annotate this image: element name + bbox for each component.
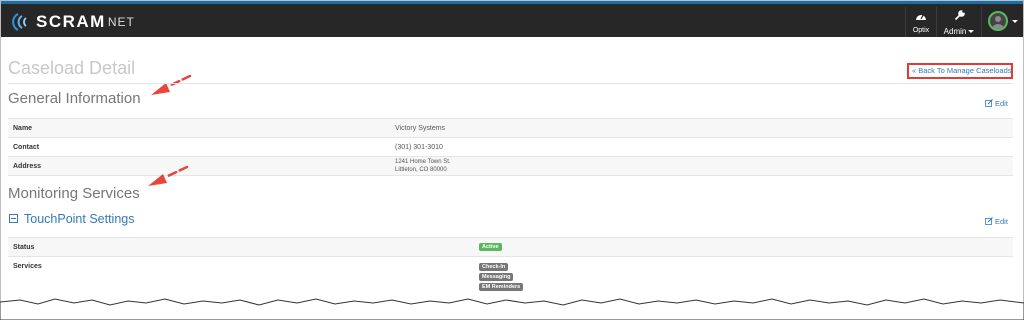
avatar bbox=[988, 11, 1008, 31]
table-row: Status bbox=[8, 237, 1013, 256]
address-key: Address bbox=[13, 163, 42, 170]
brand-logo[interactable]: SCRAM NET bbox=[10, 11, 135, 33]
divider bbox=[8, 83, 1013, 84]
brand-suffix: NET bbox=[107, 15, 135, 29]
nav-admin-dropdown[interactable]: Admin bbox=[936, 7, 981, 37]
status-key: Status bbox=[13, 244, 35, 251]
dashboard-gauge-icon bbox=[916, 14, 926, 20]
address-line-2: Littleton, CO 80000 bbox=[395, 167, 447, 173]
general-edit-link[interactable]: Edit bbox=[985, 99, 1008, 108]
table-row: Name Victory Systems bbox=[8, 118, 1013, 137]
name-key: Name bbox=[13, 125, 33, 132]
browser-frame: SCRAM NET Optix Admin Caseload Detail « … bbox=[0, 0, 1024, 320]
annotation-arrow-1 bbox=[151, 74, 192, 95]
contact-value: (301) 301-3010 bbox=[395, 144, 443, 151]
user-silhouette-icon bbox=[992, 16, 1004, 29]
touchpoint-edit-link[interactable]: Edit bbox=[985, 217, 1008, 226]
chevron-down-icon bbox=[968, 30, 975, 34]
address-line-1: 1241 Home Town St. bbox=[395, 159, 451, 165]
general-information-heading: General Information bbox=[8, 90, 141, 107]
service-badge: Check-In bbox=[479, 263, 509, 271]
page-title: Caseload Detail bbox=[8, 58, 136, 78]
nav-admin-label: Admin bbox=[943, 27, 967, 36]
edit-label: Edit bbox=[995, 99, 1008, 108]
service-badge: Messaging bbox=[479, 273, 514, 281]
back-to-manage-caseloads-link[interactable]: « Back To Manage Caseloads bbox=[907, 63, 1013, 79]
chevron-down-icon bbox=[1012, 20, 1018, 23]
scramnet-logo-icon bbox=[12, 13, 27, 31]
name-value: Victory Systems bbox=[395, 125, 446, 132]
collapse-toggle-icon[interactable] bbox=[9, 214, 18, 223]
nav-optix[interactable]: Optix bbox=[905, 7, 936, 37]
table-row: Contact (301) 301-3010 bbox=[8, 137, 1013, 156]
contact-key: Contact bbox=[13, 144, 40, 151]
services-key: Services bbox=[13, 263, 42, 270]
user-menu-dropdown[interactable] bbox=[981, 7, 1023, 37]
torn-edge bbox=[0, 298, 1024, 320]
status-badge: Active bbox=[479, 243, 502, 251]
monitoring-services-heading: Monitoring Services bbox=[8, 185, 140, 202]
edit-icon bbox=[985, 217, 993, 225]
edit-icon bbox=[985, 99, 993, 107]
touchpoint-settings-title[interactable]: TouchPoint Settings bbox=[24, 212, 135, 226]
top-navbar: SCRAM NET Optix Admin bbox=[1, 1, 1023, 37]
edit-label: Edit bbox=[995, 217, 1008, 226]
annotation-arrow-2 bbox=[148, 165, 189, 186]
nav-optix-label: Optix bbox=[912, 27, 930, 34]
brand-name: SCRAM bbox=[36, 12, 106, 31]
wrench-icon bbox=[954, 10, 965, 21]
